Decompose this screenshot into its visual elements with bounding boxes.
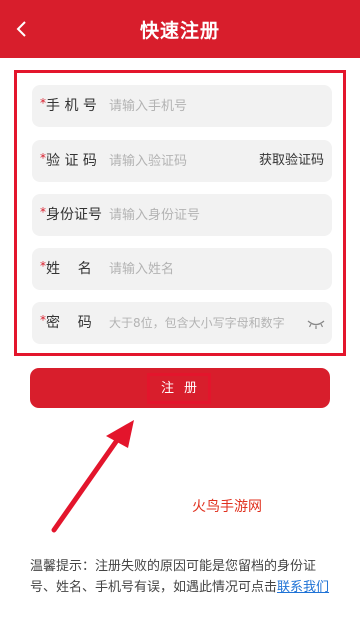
register-button-label: 注册 — [147, 373, 211, 404]
app-header: 快速注册 — [0, 0, 360, 58]
password-row: *密 码 — [32, 302, 332, 344]
id-number-label: *身份证号 — [40, 205, 102, 223]
get-code-button[interactable]: 获取验证码 — [259, 140, 324, 182]
phone-input[interactable] — [109, 85, 299, 127]
tip-text: 温馨提示：注册失败的原因可能是您留档的身份证号、姓名、手机号有误，如遇此情况可点… — [30, 559, 330, 595]
name-row: *姓 名 — [32, 248, 332, 290]
phone-label: *手 机 号 — [40, 96, 97, 114]
password-label: *密 码 — [40, 313, 92, 331]
contact-us-link[interactable]: 联系我们 — [277, 580, 329, 595]
watermark: 火鸟手游网 — [192, 499, 262, 515]
name-label: *姓 名 — [40, 259, 92, 277]
page-title: 快速注册 — [139, 20, 220, 42]
annotation-arrow — [51, 420, 134, 533]
password-input[interactable] — [109, 302, 301, 344]
name-input[interactable] — [109, 248, 299, 290]
id-number-input[interactable] — [109, 194, 299, 236]
verify-code-row: *验 证 码 获取验证码 — [32, 140, 332, 182]
registration-form: *手 机 号 *验 证 码 获取验证码 *身份证号 *姓 名 *密 码 — [14, 70, 346, 356]
id-number-row: *身份证号 — [32, 194, 332, 236]
eye-closed-icon[interactable] — [306, 316, 326, 330]
verify-code-input[interactable] — [109, 140, 249, 182]
verify-code-label: *验 证 码 — [40, 151, 97, 169]
register-button[interactable]: 注册 — [30, 368, 330, 408]
phone-row: *手 机 号 — [32, 85, 332, 127]
